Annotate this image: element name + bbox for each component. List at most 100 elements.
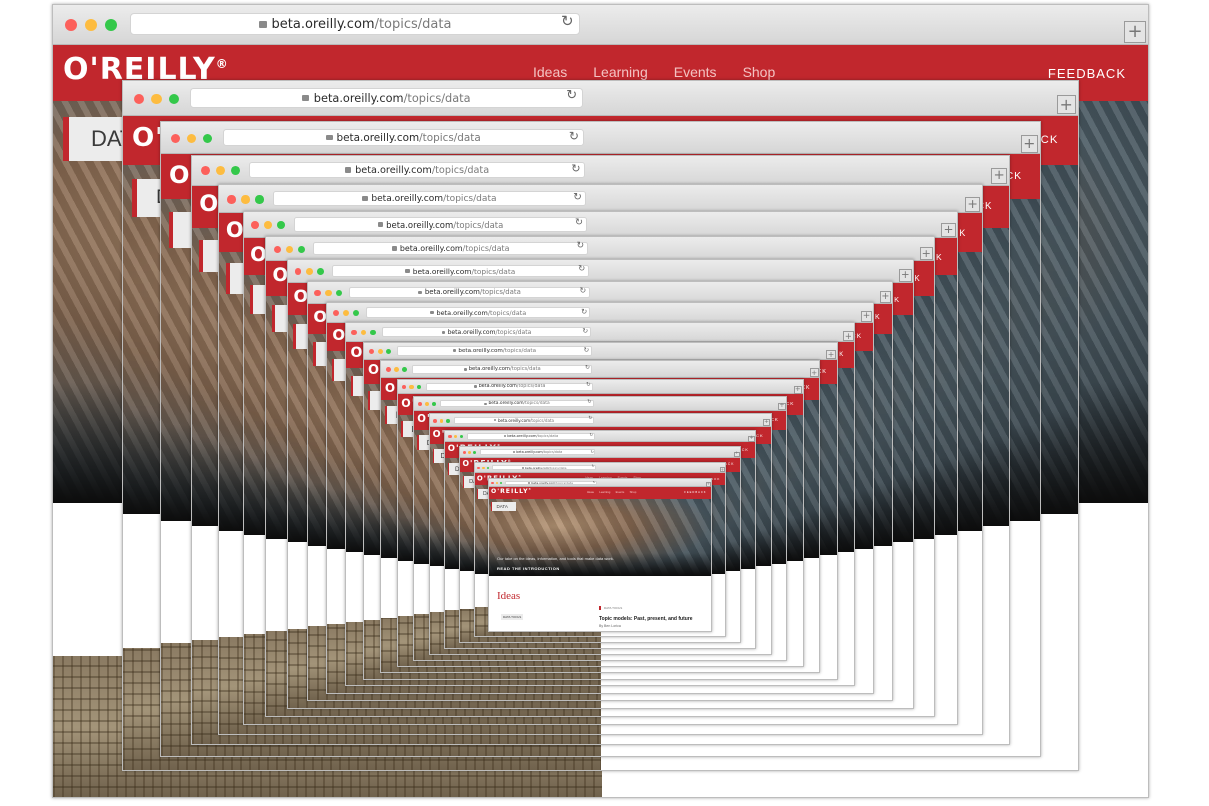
reload-icon[interactable]: ↻ [575, 218, 583, 228]
zoom-window-button[interactable] [370, 329, 376, 336]
reload-icon[interactable]: ↻ [584, 347, 589, 354]
nav-link-ideas[interactable]: Ideas [533, 64, 567, 80]
new-tab-button[interactable]: + [879, 290, 892, 303]
minimize-window-button[interactable] [409, 384, 414, 390]
reload-icon[interactable]: ↻ [561, 14, 574, 29]
new-tab-button[interactable]: + [706, 482, 711, 487]
zoom-window-button[interactable] [317, 268, 325, 276]
address-bar[interactable]: beta.oreilly.com/topics/data [272, 190, 587, 207]
address-bar[interactable]: beta.oreilly.com/topics/data [411, 364, 593, 374]
close-window-button[interactable] [314, 289, 321, 297]
zoom-window-button[interactable] [230, 166, 240, 176]
address-bar[interactable]: beta.oreilly.com/topics/data [365, 307, 591, 319]
close-window-button[interactable] [170, 133, 181, 144]
new-tab-button[interactable]: + [1020, 135, 1039, 153]
address-bar[interactable]: beta.oreilly.com/topics/data [397, 346, 592, 356]
new-tab-button[interactable]: + [898, 269, 912, 282]
address-bar[interactable]: beta.oreilly.com/topics/data [479, 449, 596, 456]
zoom-window-button[interactable] [298, 245, 306, 253]
zoom-window-button[interactable] [401, 367, 407, 372]
address-bar[interactable]: beta.oreilly.com/topics/data [453, 416, 595, 424]
new-tab-button[interactable]: + [843, 330, 854, 342]
address-bar[interactable]: beta.oreilly.com/topics/data [331, 264, 589, 278]
feedback-link[interactable]: FEEDBACK [1048, 67, 1126, 80]
close-window-button[interactable] [463, 451, 467, 455]
minimize-window-button[interactable] [325, 289, 332, 297]
close-window-button[interactable] [351, 329, 358, 336]
new-tab-button[interactable]: + [861, 311, 873, 323]
close-window-button[interactable] [200, 166, 210, 176]
reload-icon[interactable]: ↻ [571, 162, 580, 174]
minimize-window-button[interactable] [186, 133, 197, 144]
address-bar[interactable]: beta.oreilly.com/topics/data [381, 327, 592, 338]
new-tab-button[interactable]: + [778, 402, 786, 411]
minimize-window-button[interactable] [215, 166, 225, 176]
reload-icon[interactable]: ↻ [586, 382, 591, 389]
minimize-window-button[interactable] [85, 19, 97, 31]
new-tab-button[interactable]: + [763, 419, 770, 427]
minimize-window-button[interactable] [264, 221, 273, 230]
minimize-window-button[interactable] [424, 402, 429, 407]
reload-icon[interactable]: ↻ [580, 287, 587, 295]
new-tab-button[interactable]: + [1056, 95, 1076, 115]
minimize-window-button[interactable] [306, 268, 313, 276]
reload-icon[interactable]: ↻ [591, 449, 594, 454]
minimize-window-button[interactable] [241, 195, 250, 204]
new-tab-button[interactable]: + [748, 436, 755, 442]
minimize-window-button[interactable] [439, 418, 444, 423]
zoom-window-button[interactable] [168, 93, 180, 105]
nav-link-shop[interactable]: Shop [743, 64, 776, 80]
reload-icon[interactable]: ↻ [585, 365, 590, 371]
zoom-window-button[interactable] [202, 133, 213, 144]
reload-icon[interactable]: ↻ [588, 416, 592, 422]
reload-icon[interactable]: ↻ [587, 400, 591, 405]
reload-icon[interactable]: ↻ [577, 242, 585, 251]
minimize-window-button[interactable] [393, 367, 399, 372]
close-window-button[interactable] [273, 245, 281, 253]
nav-link-learning[interactable]: Learning [599, 490, 610, 494]
close-window-button[interactable] [65, 19, 77, 31]
address-bar[interactable]: beta.oreilly.com/topics/data [293, 217, 588, 232]
close-window-button[interactable] [448, 435, 452, 439]
close-window-button[interactable] [227, 195, 236, 204]
address-bar[interactable]: beta.oreilly.com/topics/data [249, 161, 586, 179]
close-window-button[interactable] [491, 481, 494, 485]
new-tab-button[interactable]: + [919, 246, 933, 261]
zoom-window-button[interactable] [335, 289, 343, 297]
minimize-window-button[interactable] [343, 310, 350, 317]
reload-icon[interactable]: ↻ [592, 464, 595, 468]
zoom-window-button[interactable] [105, 19, 117, 31]
read-introduction-link[interactable]: READ THE INTRODUCTION [497, 566, 560, 571]
close-window-button[interactable] [417, 402, 422, 407]
nav-link-shop[interactable]: Shop [630, 490, 637, 494]
close-window-button[interactable] [385, 367, 391, 372]
address-bar[interactable]: beta.oreilly.com/topics/data [504, 480, 597, 486]
zoom-window-button[interactable] [353, 310, 360, 317]
feedback-link[interactable]: FEEDBACK [684, 491, 706, 495]
minimize-window-button[interactable] [468, 451, 472, 455]
reload-icon[interactable]: ↻ [573, 191, 582, 202]
zoom-window-button[interactable] [445, 418, 450, 423]
oreilly-logo[interactable]: O'REILLY® [491, 488, 532, 495]
new-tab-button[interactable]: + [964, 196, 981, 212]
minimize-window-button[interactable] [495, 481, 499, 485]
reload-icon[interactable]: ↻ [593, 480, 596, 484]
new-tab-button[interactable]: + [793, 385, 802, 394]
minimize-window-button[interactable] [360, 329, 367, 336]
nav-link-learning[interactable]: Learning [593, 64, 648, 80]
zoom-window-button[interactable] [431, 402, 436, 407]
close-window-button[interactable] [402, 384, 407, 390]
zoom-window-button[interactable] [486, 466, 490, 470]
zoom-window-button[interactable] [416, 384, 422, 390]
minimize-window-button[interactable] [454, 435, 458, 439]
close-window-button[interactable] [477, 466, 481, 470]
zoom-window-button[interactable] [386, 348, 392, 354]
zoom-window-button[interactable] [499, 481, 503, 485]
new-tab-button[interactable]: + [809, 367, 819, 377]
zoom-window-button[interactable] [255, 195, 264, 204]
article-title-link[interactable]: Topic models: Past, present, and future [599, 616, 693, 622]
address-bar[interactable]: beta.oreilly.com/topics/data [130, 13, 580, 35]
address-bar[interactable]: beta.oreilly.com/topics/data [190, 88, 583, 108]
nav-link-events[interactable]: Events [674, 64, 717, 80]
reload-icon[interactable]: ↻ [566, 89, 577, 102]
